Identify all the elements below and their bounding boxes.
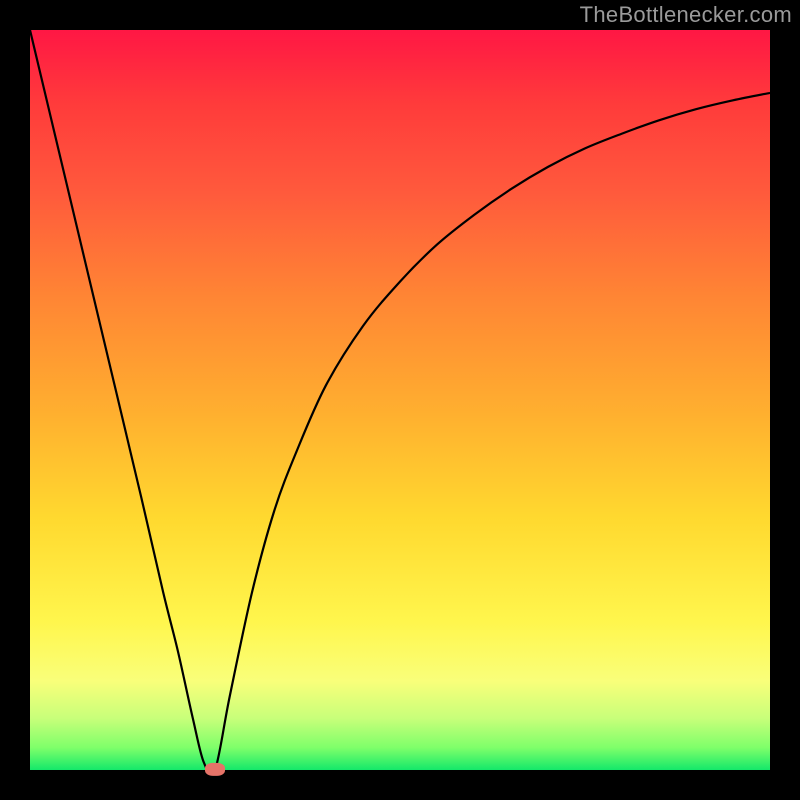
plot-area: [30, 30, 770, 770]
optimal-marker: [205, 763, 225, 776]
bottleneck-curve: [30, 30, 770, 770]
chart-frame: TheBottlenecker.com: [0, 0, 800, 800]
watermark-text: TheBottlenecker.com: [580, 2, 792, 28]
